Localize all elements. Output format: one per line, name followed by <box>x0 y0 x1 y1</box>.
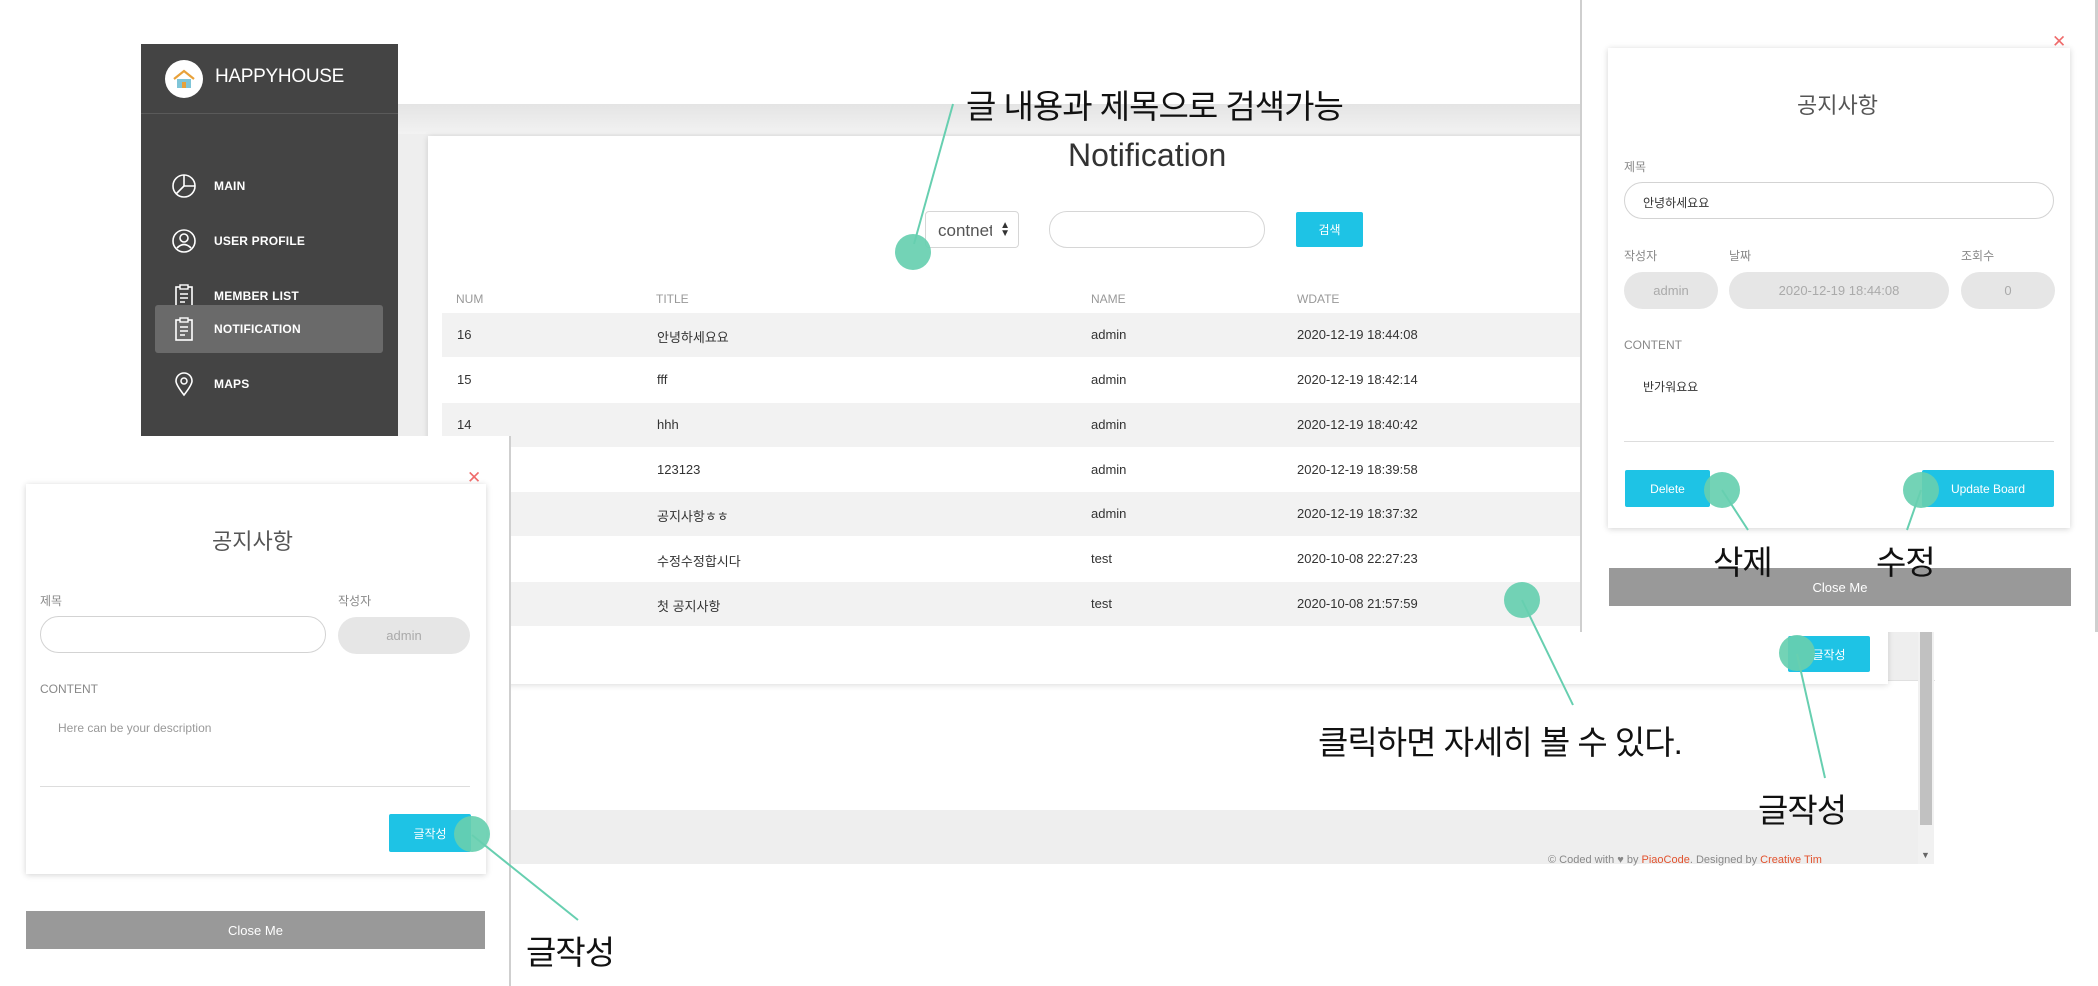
annotation-marker-row <box>1504 582 1540 618</box>
annotation-click-detail: 클릭하면 자세히 볼 수 있다. <box>1318 724 1683 761</box>
annotation-update: 수정 <box>1876 544 1936 581</box>
annotation-leader-lines <box>471 103 1922 921</box>
annotation-write-main: 글작성 <box>1758 792 1847 829</box>
annotation-write-modal: 글작성 <box>526 934 615 971</box>
annotation-marker-write-main <box>1779 635 1815 671</box>
annotation-marker-update <box>1903 472 1939 508</box>
annotation-marker-delete <box>1704 472 1740 508</box>
annotation-marker-search <box>895 234 931 270</box>
annotation-delete: 삭제 <box>1713 544 1773 581</box>
annotation-marker-write-modal <box>454 816 490 852</box>
annotation-search: 글 내용과 제목으로 검색가능 <box>966 88 1344 125</box>
